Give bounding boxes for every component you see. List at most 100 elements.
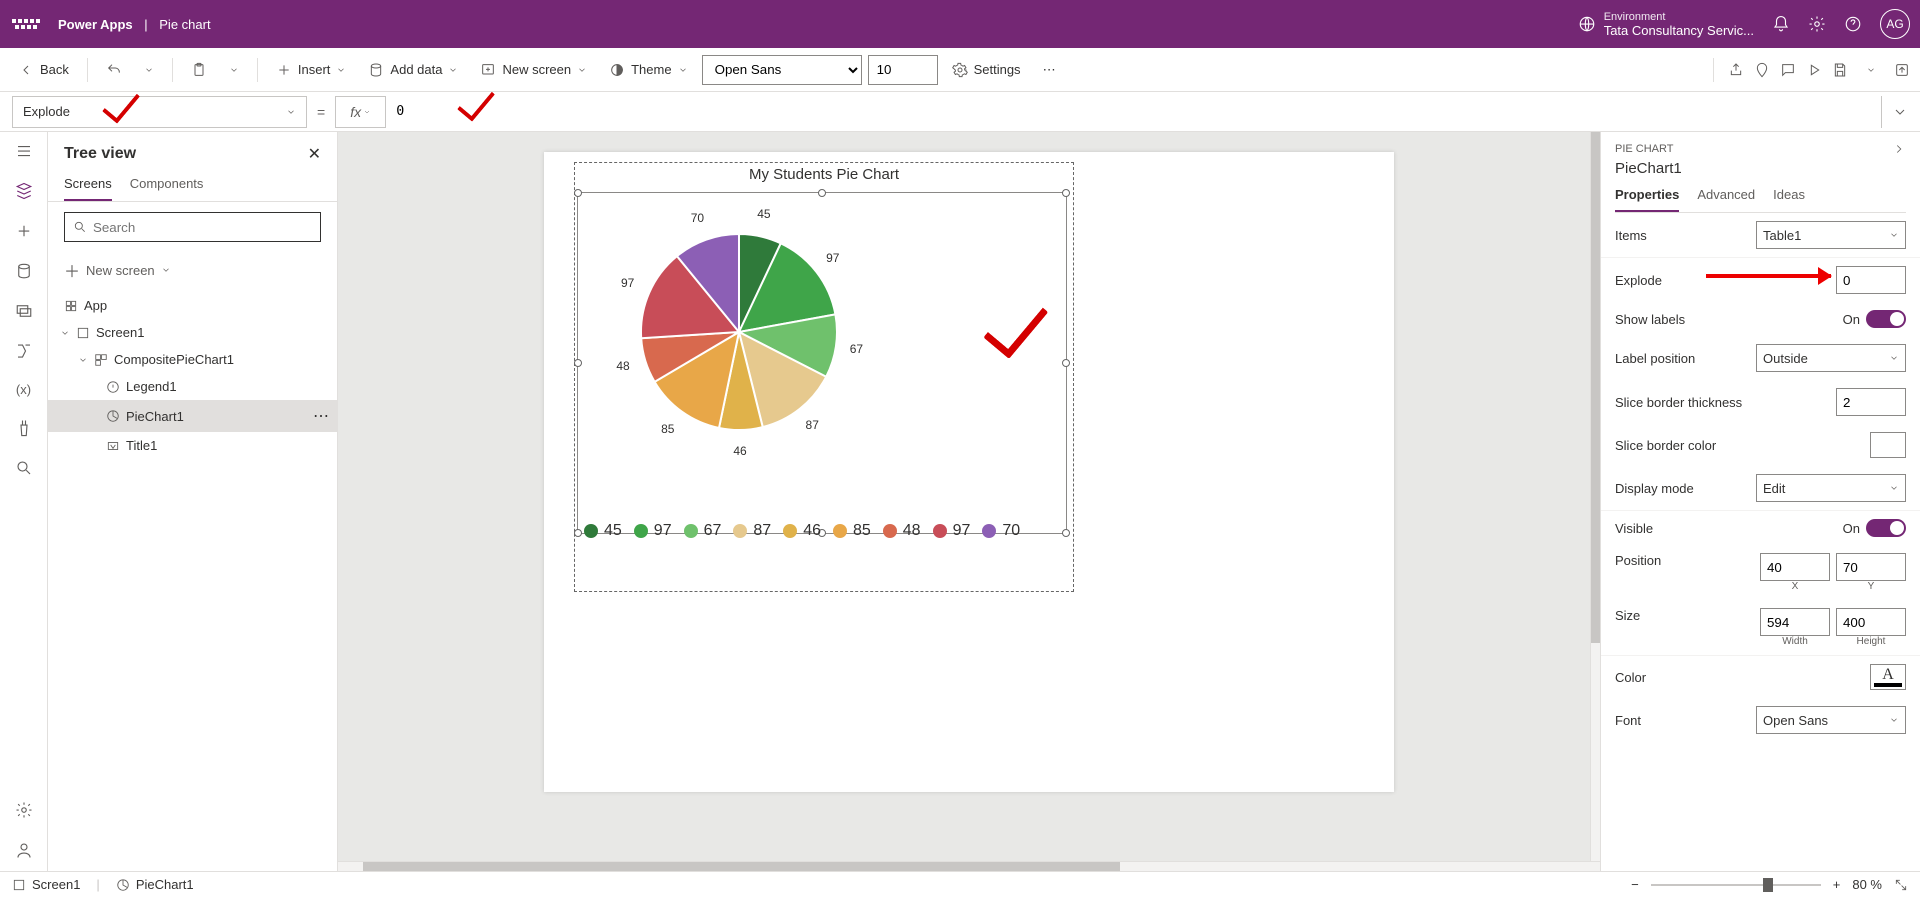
variables-rail-icon[interactable]: (x) bbox=[16, 382, 31, 397]
zoom-slider[interactable] bbox=[1651, 884, 1821, 886]
chevron-down-icon bbox=[1889, 715, 1899, 725]
tools-rail-icon[interactable] bbox=[15, 419, 33, 437]
prop-visible-toggle[interactable] bbox=[1866, 519, 1906, 537]
help-icon[interactable] bbox=[1844, 15, 1862, 33]
hamburger-icon[interactable] bbox=[15, 142, 33, 160]
canvas[interactable]: My Students Pie Chart 459767874685489770… bbox=[544, 152, 1394, 792]
avatar[interactable]: AG bbox=[1880, 9, 1910, 39]
undo-button[interactable] bbox=[98, 58, 130, 82]
flows-rail-icon[interactable] bbox=[15, 342, 33, 360]
insert-button[interactable]: Insert bbox=[268, 58, 355, 82]
environment-picker[interactable]: Environment Tata Consultancy Servic... bbox=[1578, 11, 1754, 38]
settings-icon[interactable] bbox=[1808, 15, 1826, 33]
pie-slice-label: 97 bbox=[621, 276, 634, 290]
annotation-check-2 bbox=[454, 92, 496, 120]
data-rail-icon[interactable] bbox=[15, 262, 33, 280]
tree-item-piechart1[interactable]: PieChart1 ⋯ bbox=[48, 400, 337, 432]
tab-ideas[interactable]: Ideas bbox=[1773, 187, 1805, 212]
notifications-icon[interactable] bbox=[1772, 15, 1790, 33]
tree-item-legend1[interactable]: Legend1 bbox=[48, 373, 337, 400]
chevron-down-icon bbox=[78, 355, 88, 365]
canvas-h-scrollbar[interactable] bbox=[338, 861, 1600, 871]
property-selector[interactable]: Explode bbox=[12, 96, 307, 128]
status-screen[interactable]: Screen1 bbox=[12, 877, 80, 892]
settings-rail-icon[interactable] bbox=[15, 801, 33, 819]
prop-position-x[interactable] bbox=[1760, 553, 1830, 581]
new-screen-tree-label: New screen bbox=[86, 263, 155, 278]
tree-search[interactable] bbox=[64, 212, 321, 242]
prop-border-thick-input[interactable] bbox=[1836, 388, 1906, 416]
virtual-agent-rail-icon[interactable] bbox=[15, 841, 33, 859]
chevron-down-icon bbox=[577, 65, 587, 75]
back-button[interactable]: Back bbox=[10, 58, 77, 82]
media-rail-icon[interactable] bbox=[15, 302, 33, 320]
tree-item-composite-pie[interactable]: CompositePieChart1 bbox=[48, 346, 337, 373]
insert-rail-icon[interactable] bbox=[15, 222, 33, 240]
theme-icon bbox=[609, 62, 625, 78]
theme-button[interactable]: Theme bbox=[601, 58, 695, 82]
checker-icon[interactable] bbox=[1754, 62, 1770, 78]
prop-displaymode-dropdown[interactable]: Edit bbox=[1756, 474, 1906, 502]
chevron-right-icon[interactable] bbox=[1892, 142, 1906, 156]
more-button[interactable]: ⋯ bbox=[1035, 58, 1064, 82]
new-screen-button[interactable]: New screen bbox=[472, 58, 595, 82]
paste-button[interactable] bbox=[183, 58, 215, 82]
tree-view-icon[interactable] bbox=[15, 182, 33, 200]
prop-position-y[interactable] bbox=[1836, 553, 1906, 581]
expand-formula-icon[interactable] bbox=[1892, 104, 1908, 120]
status-selected[interactable]: PieChart1 bbox=[116, 877, 194, 892]
tab-properties[interactable]: Properties bbox=[1615, 187, 1679, 212]
close-tree-icon[interactable]: ✕ bbox=[308, 144, 321, 164]
prop-items-dropdown[interactable]: Table1 bbox=[1756, 221, 1906, 249]
chevron-down-icon bbox=[1889, 353, 1899, 363]
pie-slice-label: 70 bbox=[691, 211, 704, 225]
tab-advanced[interactable]: Advanced bbox=[1697, 187, 1755, 212]
zoom-in-button[interactable]: + bbox=[1833, 877, 1841, 892]
canvas-v-scrollbar[interactable] bbox=[1590, 132, 1600, 861]
font-size-input[interactable] bbox=[868, 55, 938, 85]
prop-border-color-swatch[interactable] bbox=[1870, 432, 1906, 458]
undo-menu[interactable] bbox=[136, 61, 162, 79]
prop-color-swatch[interactable]: A bbox=[1870, 664, 1906, 690]
share-icon[interactable] bbox=[1728, 62, 1744, 78]
publish-icon[interactable] bbox=[1894, 62, 1910, 78]
group-icon bbox=[94, 353, 108, 367]
prop-font-value: Open Sans bbox=[1763, 713, 1828, 728]
app-launcher-icon[interactable] bbox=[10, 19, 42, 29]
theme-label: Theme bbox=[631, 62, 671, 77]
prop-labelpos-dropdown[interactable]: Outside bbox=[1756, 344, 1906, 372]
tree-item-title1[interactable]: Title1 bbox=[48, 432, 337, 459]
add-data-label: Add data bbox=[390, 62, 442, 77]
add-data-button[interactable]: Add data bbox=[360, 58, 466, 82]
save-menu[interactable] bbox=[1858, 61, 1884, 79]
paste-menu[interactable] bbox=[221, 61, 247, 79]
font-family-input[interactable]: Open Sans bbox=[702, 55, 862, 85]
tab-screens[interactable]: Screens bbox=[64, 176, 112, 201]
search-rail-icon[interactable] bbox=[15, 459, 33, 477]
preview-icon[interactable] bbox=[1806, 62, 1822, 78]
tree-item-app[interactable]: App bbox=[48, 292, 337, 319]
prop-size-h[interactable] bbox=[1836, 608, 1906, 636]
prop-showlabels-toggle[interactable] bbox=[1866, 310, 1906, 328]
pie-slice-label: 97 bbox=[826, 251, 839, 265]
chevron-down-icon bbox=[144, 65, 154, 75]
comments-icon[interactable] bbox=[1780, 62, 1796, 78]
prop-explode-input[interactable] bbox=[1836, 266, 1906, 294]
app-name: Power Apps bbox=[58, 17, 133, 32]
formula-input[interactable] bbox=[386, 96, 1881, 128]
prop-size-w[interactable] bbox=[1760, 608, 1830, 636]
new-screen-tree-button[interactable]: ＋New screen bbox=[48, 252, 337, 288]
prop-height-label: Height bbox=[1836, 636, 1906, 647]
tree-item-screen1[interactable]: Screen1 bbox=[48, 319, 337, 346]
prop-font-dropdown[interactable]: Open Sans bbox=[1756, 706, 1906, 734]
fit-screen-icon[interactable] bbox=[1894, 878, 1908, 892]
tab-components[interactable]: Components bbox=[130, 176, 204, 201]
settings-button[interactable]: Settings bbox=[944, 58, 1029, 82]
zoom-out-button[interactable]: − bbox=[1631, 877, 1639, 892]
prop-explode-label: Explode bbox=[1615, 273, 1662, 288]
more-icon[interactable]: ⋯ bbox=[313, 406, 329, 426]
tree-search-input[interactable] bbox=[93, 220, 312, 235]
chevron-down-icon bbox=[1889, 230, 1899, 240]
save-icon[interactable] bbox=[1832, 62, 1848, 78]
tree-item-label: Title1 bbox=[126, 438, 157, 453]
